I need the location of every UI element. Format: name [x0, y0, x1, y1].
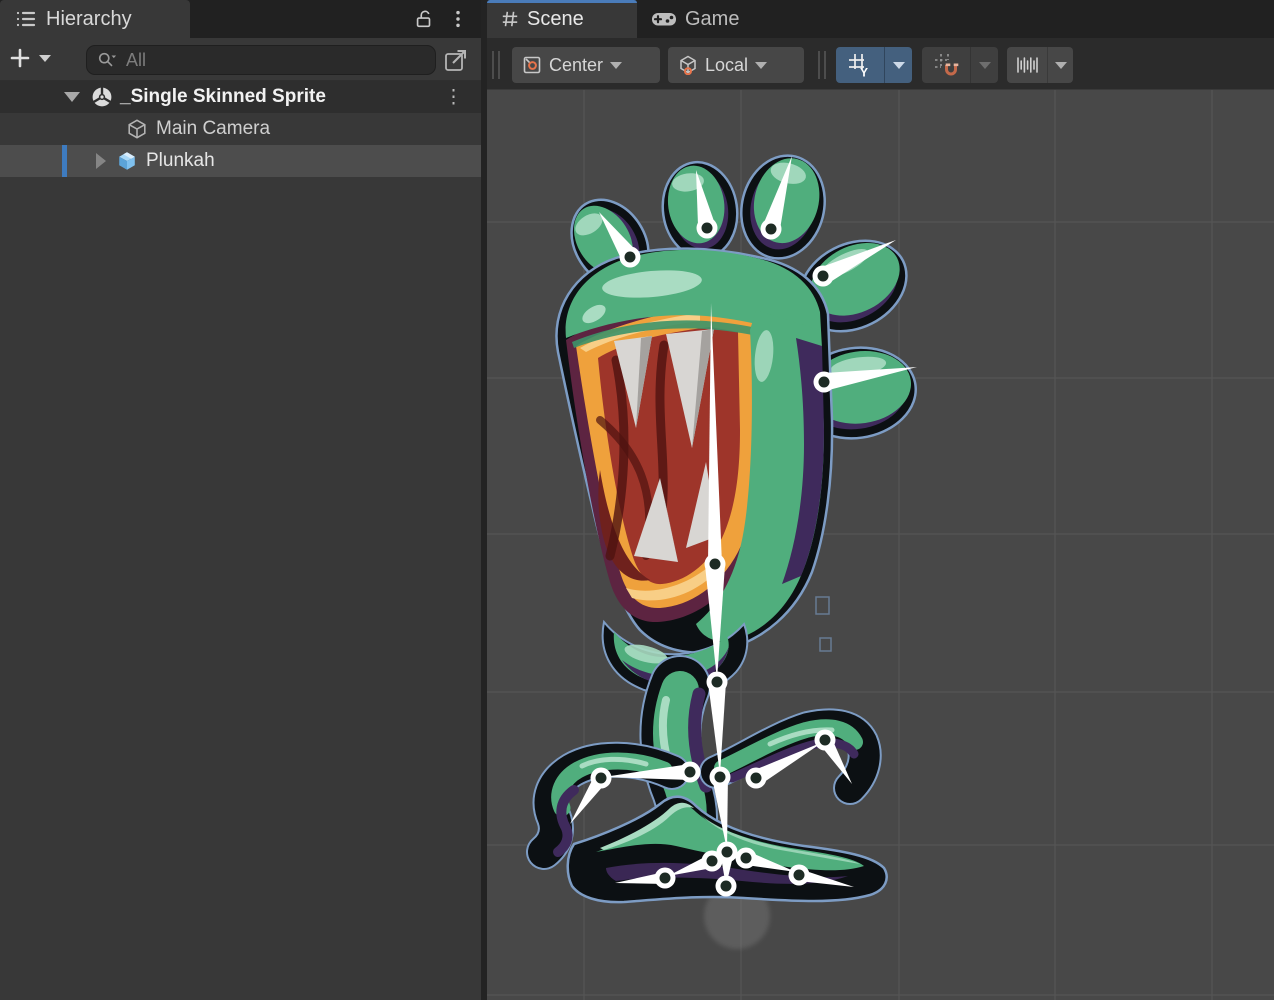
orientation-mode-button[interactable]: Local	[668, 47, 804, 83]
gamepad-icon	[651, 9, 677, 29]
grid-visibility-dropdown[interactable]	[884, 47, 912, 83]
bone-joint-dot	[722, 847, 733, 858]
search-input[interactable]	[124, 49, 414, 72]
bone-joint-dot	[596, 773, 607, 784]
snap-increment-ruler-icon	[1015, 53, 1039, 77]
gameobject-cube-icon	[126, 118, 148, 140]
tab-scene[interactable]: Scene	[487, 0, 637, 38]
scene-kebab-menu-icon[interactable]: ⋮	[444, 88, 463, 107]
scene-name-label: _Single Skinned Sprite	[120, 86, 326, 108]
tree-row-plunkah[interactable]: Plunkah	[0, 145, 481, 177]
orientation-mode-label: Local	[705, 55, 748, 76]
toolbar-drag-handle[interactable]	[492, 51, 500, 79]
add-object-button[interactable]	[8, 46, 32, 70]
bone-joint-dot	[685, 767, 696, 778]
list-icon	[14, 7, 38, 31]
row-label: Main Camera	[156, 118, 270, 140]
grid-axis-letter: Y	[860, 66, 868, 79]
snap-increment-group	[1007, 47, 1073, 83]
bone-joint-dot	[820, 735, 831, 746]
add-object-dropdown-caret-icon[interactable]	[39, 55, 51, 62]
scene-panel: Scene Game Center	[487, 0, 1274, 1000]
snap-increment-dropdown[interactable]	[1047, 47, 1073, 83]
pivot-mode-button[interactable]: Center	[512, 47, 660, 83]
grid-visibility-toggle[interactable]: Y	[836, 47, 884, 83]
bone-joint-dot	[715, 772, 726, 783]
hierarchy-panel: Hierarchy	[0, 0, 481, 1000]
grid-visibility-icon: Y	[847, 52, 873, 78]
toolbar-drag-handle[interactable]	[818, 51, 826, 79]
prefab-indicator-bar	[62, 145, 67, 177]
scene-canvas[interactable]	[487, 90, 1274, 1000]
bone-joint-dot	[625, 252, 636, 263]
search-icon[interactable]	[96, 50, 118, 70]
unity-editor-window: Hierarchy	[0, 0, 1274, 1000]
snap-magnet-icon	[933, 52, 959, 78]
scene-tab-strip: Scene Game	[487, 0, 1274, 38]
tree-row-main-camera[interactable]: Main Camera	[0, 113, 481, 145]
scene-toolbar: Center Local	[487, 38, 1274, 90]
hierarchy-tab-strip: Hierarchy	[0, 0, 481, 38]
unity-scene-icon	[90, 85, 114, 109]
kebab-menu-icon[interactable]	[449, 8, 467, 30]
hierarchy-toolbar	[0, 38, 481, 81]
grid-snapping-toggle[interactable]	[922, 47, 970, 83]
bone-joint-dot	[751, 773, 762, 784]
bone-joint-dot	[702, 223, 713, 234]
bone-joint-dot	[660, 873, 671, 884]
pivot-dropdown-caret-icon	[610, 62, 622, 69]
local-axis-icon	[678, 55, 698, 75]
active-tab-accent	[487, 0, 637, 3]
scene-header-row[interactable]: _Single Skinned Sprite ⋮	[0, 81, 481, 113]
foldout-collapsed-icon[interactable]	[96, 153, 106, 169]
bone-joint-dot	[766, 224, 777, 235]
grid-icon	[501, 10, 519, 28]
grid-snapping-dropdown[interactable]	[970, 47, 998, 83]
selection-outline-fragments	[816, 597, 831, 651]
unlock-icon[interactable]	[413, 8, 435, 30]
bone-joint-dot	[819, 377, 830, 388]
orientation-dropdown-caret-icon	[755, 62, 767, 69]
snap-increment-button[interactable]	[1007, 47, 1047, 83]
hierarchy-tab-title: Hierarchy	[46, 8, 132, 31]
open-search-window-icon[interactable]	[443, 47, 469, 73]
pivot-mode-label: Center	[549, 55, 603, 76]
tab-hierarchy[interactable]: Hierarchy	[0, 0, 190, 38]
bone-joint-dot	[818, 271, 829, 282]
foldout-expanded-icon[interactable]	[64, 92, 80, 102]
game-tab-title: Game	[685, 8, 739, 31]
dropdown-caret-icon	[1055, 62, 1067, 69]
prefab-cube-icon	[116, 150, 138, 172]
row-label: Plunkah	[146, 150, 215, 172]
bone-joint-dot	[710, 559, 721, 570]
bone-joint-dot	[794, 870, 805, 881]
hierarchy-search-field[interactable]	[86, 45, 436, 75]
grid-snapping-group	[922, 47, 998, 83]
dropdown-caret-icon	[893, 62, 905, 69]
bone-joint-dot	[707, 856, 718, 867]
tab-game[interactable]: Game	[637, 0, 787, 38]
bone-joint-dot	[712, 677, 723, 688]
grid-visibility-group: Y	[836, 47, 912, 83]
dropdown-caret-icon	[979, 62, 991, 69]
bone-joint-dot	[721, 881, 732, 892]
scene-viewport[interactable]	[487, 90, 1274, 1000]
scene-tab-title: Scene	[527, 8, 584, 31]
bone-joint-dot	[741, 853, 752, 864]
pivot-center-icon	[522, 55, 542, 75]
